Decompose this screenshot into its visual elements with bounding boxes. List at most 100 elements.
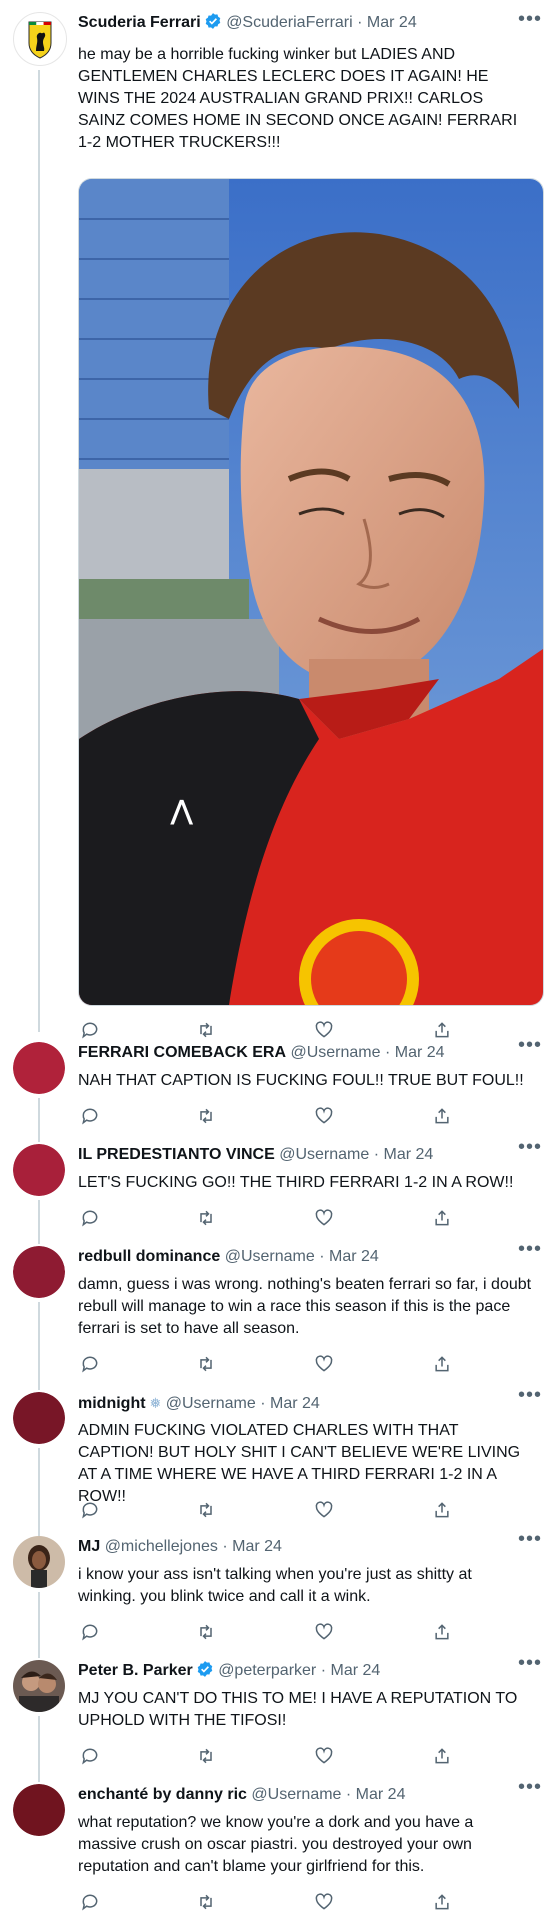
timestamp[interactable]: Mar 24 bbox=[395, 1044, 445, 1061]
share-icon[interactable] bbox=[430, 1104, 454, 1128]
more-icon[interactable]: ••• bbox=[516, 1035, 544, 1060]
more-icon[interactable]: ••• bbox=[516, 1529, 544, 1554]
reply-icon[interactable] bbox=[78, 1104, 102, 1128]
avatar[interactable] bbox=[13, 1784, 65, 1836]
reply-icon[interactable] bbox=[78, 1352, 102, 1376]
avatar[interactable] bbox=[13, 1144, 65, 1196]
retweet-icon[interactable] bbox=[194, 1744, 218, 1768]
more-icon[interactable]: ••• bbox=[516, 1385, 544, 1410]
thread-line bbox=[38, 1448, 40, 1536]
like-icon[interactable] bbox=[312, 1352, 336, 1376]
more-icon[interactable]: ••• bbox=[516, 1137, 544, 1162]
display-name[interactable]: enchanté by danny ric bbox=[78, 1786, 247, 1803]
share-icon[interactable] bbox=[430, 1018, 454, 1042]
like-icon[interactable] bbox=[312, 1104, 336, 1128]
display-name[interactable]: midnight bbox=[78, 1395, 146, 1412]
timestamp[interactable]: Mar 24 bbox=[356, 1786, 406, 1803]
tweet-text: damn, guess i was wrong. nothing's beate… bbox=[78, 1276, 532, 1337]
display-name[interactable]: Peter B. Parker bbox=[78, 1662, 193, 1679]
reply-icon[interactable] bbox=[78, 1744, 102, 1768]
share-icon[interactable] bbox=[430, 1498, 454, 1522]
tweet-header: redbull dominance @Username · Mar 24 bbox=[78, 1246, 516, 1268]
tweet-text: what reputation? we know you're a dork a… bbox=[78, 1814, 474, 1875]
tweet-photo[interactable]: ⋀ bbox=[78, 178, 544, 1006]
reply-tweet[interactable]: Peter B. Parker @peterparker · Mar 24 ••… bbox=[0, 1653, 556, 1782]
reply-tweet[interactable]: FERRARI COMEBACK ERA @Username · Mar 24 … bbox=[0, 1035, 556, 1142]
like-icon[interactable] bbox=[312, 1744, 336, 1768]
share-icon[interactable] bbox=[430, 1744, 454, 1768]
avatar[interactable] bbox=[13, 1660, 65, 1712]
separator: · bbox=[384, 1044, 391, 1061]
retweet-icon[interactable] bbox=[194, 1620, 218, 1644]
reply-tweet[interactable]: midnight ❅ @Username · Mar 24 ••• ADMIN F… bbox=[0, 1385, 556, 1536]
main-tweet[interactable]: Scuderia Ferrari @ScuderiaFerrari · Mar … bbox=[0, 9, 556, 1039]
retweet-icon[interactable] bbox=[194, 1206, 218, 1230]
more-icon[interactable]: ••• bbox=[516, 1777, 544, 1802]
share-icon[interactable] bbox=[430, 1890, 454, 1914]
separator: · bbox=[320, 1662, 327, 1679]
avatar[interactable] bbox=[13, 1392, 65, 1444]
reply-icon[interactable] bbox=[78, 1206, 102, 1230]
timestamp[interactable]: Mar 24 bbox=[270, 1395, 320, 1412]
share-icon[interactable] bbox=[430, 1620, 454, 1644]
retweet-icon[interactable] bbox=[194, 1890, 218, 1914]
display-name[interactable]: IL PREDESTIANTO VINCE bbox=[78, 1146, 275, 1163]
retweet-icon[interactable] bbox=[194, 1352, 218, 1376]
reply-icon[interactable] bbox=[78, 1620, 102, 1644]
like-icon[interactable] bbox=[312, 1890, 336, 1914]
more-icon[interactable]: ••• bbox=[516, 1239, 544, 1264]
tweet-text: i know your ass isn't talking when you'r… bbox=[78, 1566, 472, 1605]
handle[interactable]: @Username bbox=[166, 1395, 256, 1412]
more-icon[interactable]: ••• bbox=[516, 9, 544, 34]
tweet-header: IL PREDESTIANTO VINCE @Username · Mar 24 bbox=[78, 1144, 516, 1166]
avatar[interactable] bbox=[13, 1042, 65, 1094]
timestamp[interactable]: Mar 24 bbox=[384, 1146, 434, 1163]
more-icon[interactable]: ••• bbox=[516, 1653, 544, 1678]
verified-badge-icon bbox=[204, 12, 222, 37]
share-icon[interactable] bbox=[430, 1206, 454, 1230]
avatar[interactable] bbox=[13, 1246, 65, 1298]
reply-icon[interactable] bbox=[78, 1498, 102, 1522]
like-icon[interactable] bbox=[312, 1498, 336, 1522]
retweet-icon[interactable] bbox=[194, 1104, 218, 1128]
handle[interactable]: @peterparker bbox=[218, 1662, 316, 1679]
retweet-icon[interactable] bbox=[194, 1018, 218, 1042]
avatar[interactable] bbox=[13, 12, 67, 66]
tweet-header: FERRARI COMEBACK ERA @Username · Mar 24 bbox=[78, 1042, 516, 1064]
like-icon[interactable] bbox=[312, 1620, 336, 1644]
handle[interactable]: @Username bbox=[251, 1786, 341, 1803]
tweet-text: MJ YOU CAN'T DO THIS TO ME! I HAVE A REP… bbox=[78, 1690, 518, 1729]
reply-tweet[interactable]: redbull dominance @Username · Mar 24 •••… bbox=[0, 1239, 556, 1390]
handle[interactable]: @Username bbox=[225, 1248, 315, 1265]
tweet-actions bbox=[78, 1498, 538, 1522]
timestamp[interactable]: Mar 24 bbox=[367, 14, 417, 31]
thread-line bbox=[38, 1098, 40, 1142]
timestamp[interactable]: Mar 24 bbox=[329, 1248, 379, 1265]
handle[interactable]: @michellejones bbox=[105, 1538, 218, 1555]
reply-icon[interactable] bbox=[78, 1018, 102, 1042]
share-icon[interactable] bbox=[430, 1352, 454, 1376]
tweet-actions bbox=[78, 1104, 538, 1128]
tweet-actions bbox=[78, 1890, 538, 1914]
handle[interactable]: @Username bbox=[290, 1044, 380, 1061]
timestamp[interactable]: Mar 24 bbox=[330, 1662, 380, 1679]
like-icon[interactable] bbox=[312, 1206, 336, 1230]
display-name[interactable]: redbull dominance bbox=[78, 1248, 220, 1265]
reply-icon[interactable] bbox=[78, 1890, 102, 1914]
separator: · bbox=[319, 1248, 325, 1265]
display-name[interactable]: MJ bbox=[78, 1538, 100, 1555]
reply-tweet[interactable]: IL PREDESTIANTO VINCE @Username · Mar 24… bbox=[0, 1137, 556, 1244]
tweet-header: MJ @michellejones · Mar 24 bbox=[78, 1536, 516, 1558]
timestamp[interactable]: Mar 24 bbox=[232, 1538, 282, 1555]
photo-charles-leclerc: ⋀ bbox=[79, 179, 543, 1005]
display-name[interactable]: Scuderia Ferrari bbox=[78, 14, 201, 31]
reply-tweet[interactable]: enchanté by danny ric @Username · Mar 24… bbox=[0, 1777, 556, 1920]
reply-tweet[interactable]: MJ @michellejones · Mar 24 ••• i know yo… bbox=[0, 1529, 556, 1658]
handle[interactable]: @ScuderiaFerrari bbox=[226, 14, 353, 31]
avatar[interactable] bbox=[13, 1536, 65, 1588]
handle[interactable]: @Username bbox=[279, 1146, 369, 1163]
retweet-icon[interactable] bbox=[194, 1498, 218, 1522]
display-name[interactable]: FERRARI COMEBACK ERA bbox=[78, 1044, 286, 1061]
tweet-actions bbox=[78, 1206, 538, 1230]
like-icon[interactable] bbox=[312, 1018, 336, 1042]
